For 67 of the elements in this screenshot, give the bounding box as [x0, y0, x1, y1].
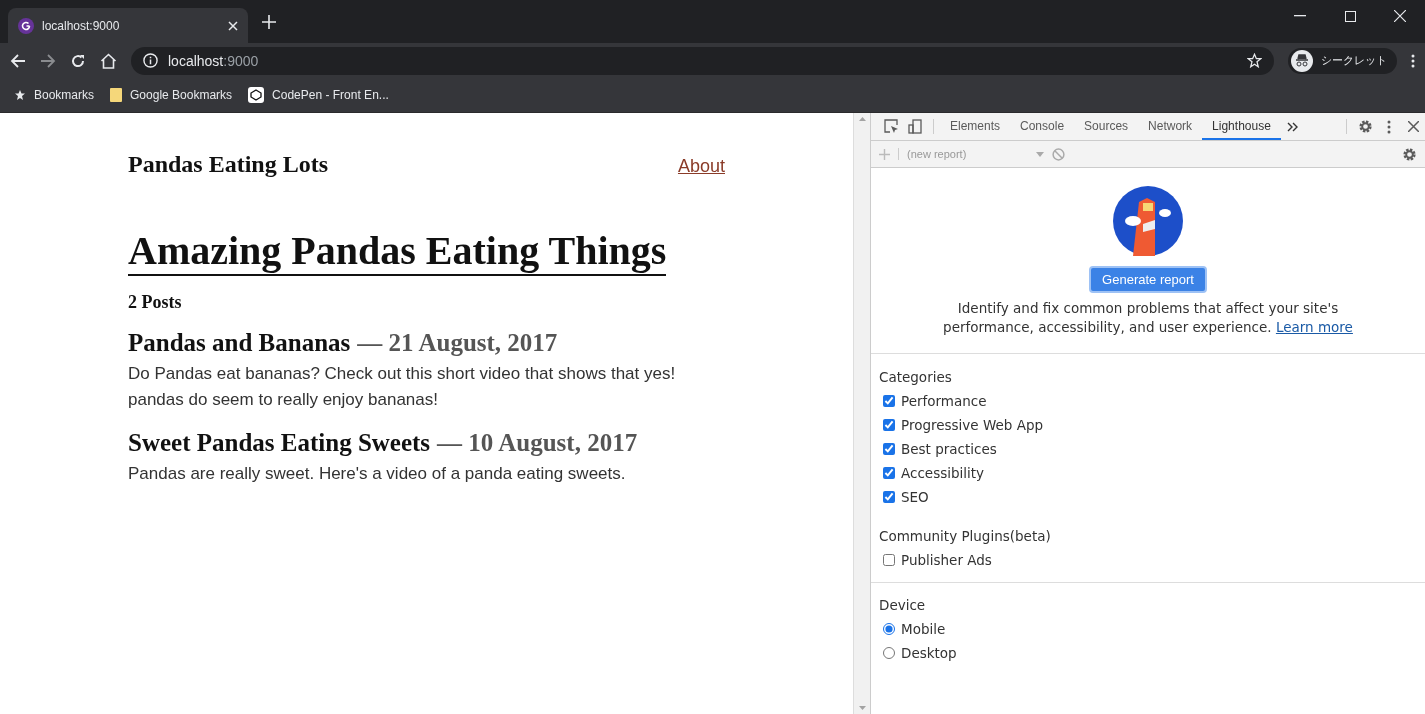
learn-more-link[interactable]: Learn more [1275, 319, 1353, 335]
devtools-tab[interactable]: Network [1138, 113, 1203, 140]
checkbox[interactable] [883, 395, 895, 407]
checkbox[interactable] [883, 491, 895, 503]
star-icon[interactable] [1247, 53, 1262, 68]
cube-icon [248, 87, 265, 103]
caret-icon [1036, 151, 1045, 157]
checkbox[interactable] [883, 419, 895, 431]
radio-button[interactable] [883, 623, 895, 635]
post-excerpt: Pandas are really sweet. Here's a video of a panda eating sweets. [128, 463, 627, 485]
section-title: Device [871, 582, 1425, 613]
checkbox[interactable] [883, 467, 895, 479]
forward-icon[interactable] [40, 52, 56, 69]
site-title: Pandas Eating Lots [128, 151, 329, 178]
close-icon[interactable] [1407, 121, 1419, 132]
more-icon[interactable] [1387, 119, 1391, 134]
tab-title: localhost:9000 [42, 18, 121, 33]
checkbox[interactable] [883, 554, 895, 566]
settings-icon[interactable] [1402, 146, 1417, 162]
post-title[interactable]: Sweet Pandas Eating Sweets [128, 429, 431, 457]
chevrons-icon[interactable] [1287, 121, 1299, 132]
folder-icon [110, 88, 123, 102]
post-date: — 10 August, 2017 [437, 429, 638, 457]
option-label: Best practices [901, 441, 997, 457]
reload-icon[interactable] [70, 52, 86, 69]
option-label: Accessibility [901, 465, 985, 481]
bookmark-item[interactable]: CodePen - Front En... [248, 87, 389, 103]
star-icon [14, 89, 26, 101]
radio-button[interactable] [883, 647, 895, 659]
page-heading: Amazing Pandas Eating Things [128, 228, 667, 276]
option-label: Publisher Ads [901, 552, 992, 568]
back-icon[interactable] [10, 52, 26, 69]
browser-tab[interactable]: localhost:9000 [8, 8, 248, 43]
section-title: Community Plugins(beta) [878, 527, 1052, 544]
settings-icon[interactable] [1357, 119, 1373, 134]
post-excerpt: Do Pandas eat bananas? Check out this short video that shows that yes! pandas do seem to really enjoy bananas! [128, 363, 677, 411]
minimize-icon[interactable] [1294, 15, 1306, 17]
post-count: 2 Posts [128, 292, 183, 313]
address-bar[interactable]: localhost:9000 [131, 46, 1274, 75]
description-text: Identify and fix common problems that affect your site's performance, accessibility, and user experience. Learn more [942, 299, 1354, 337]
profile-button[interactable]: シークレット [1288, 47, 1397, 74]
logo-icon [18, 17, 34, 34]
info-icon [143, 53, 158, 68]
devtools-tab[interactable]: Console [1010, 113, 1075, 140]
section-title: Categories [878, 368, 953, 385]
generate-report-button[interactable]: Generate report [1089, 266, 1207, 293]
about-link[interactable]: About [677, 156, 725, 177]
url-text: localhost:9000 [168, 52, 260, 69]
home-icon[interactable] [100, 52, 117, 69]
devtools-tab[interactable]: Elements [940, 113, 1011, 140]
lighthouse-icon [1113, 186, 1183, 256]
devtools-tab[interactable]: Sources [1074, 113, 1139, 140]
inspect-icon[interactable] [883, 119, 899, 134]
incognito-icon [1291, 49, 1313, 72]
post-date: — 21 August, 2017 [357, 329, 558, 357]
bookmark-item[interactable]: Bookmarks [14, 88, 95, 102]
option-label: SEO [901, 489, 929, 505]
maximize-icon[interactable] [1344, 10, 1356, 22]
device-icon[interactable] [907, 119, 923, 134]
post-title[interactable]: Pandas and Bananas [128, 329, 351, 357]
option-label: Progressive Web App [901, 417, 1044, 433]
option-label: Desktop [901, 645, 957, 661]
checkbox[interactable] [883, 443, 895, 455]
menu-icon[interactable] [1411, 53, 1415, 68]
bookmark-item[interactable]: Google Bookmarks [110, 88, 233, 102]
option-label: Mobile [901, 621, 946, 637]
option-label: Performance [901, 393, 987, 409]
